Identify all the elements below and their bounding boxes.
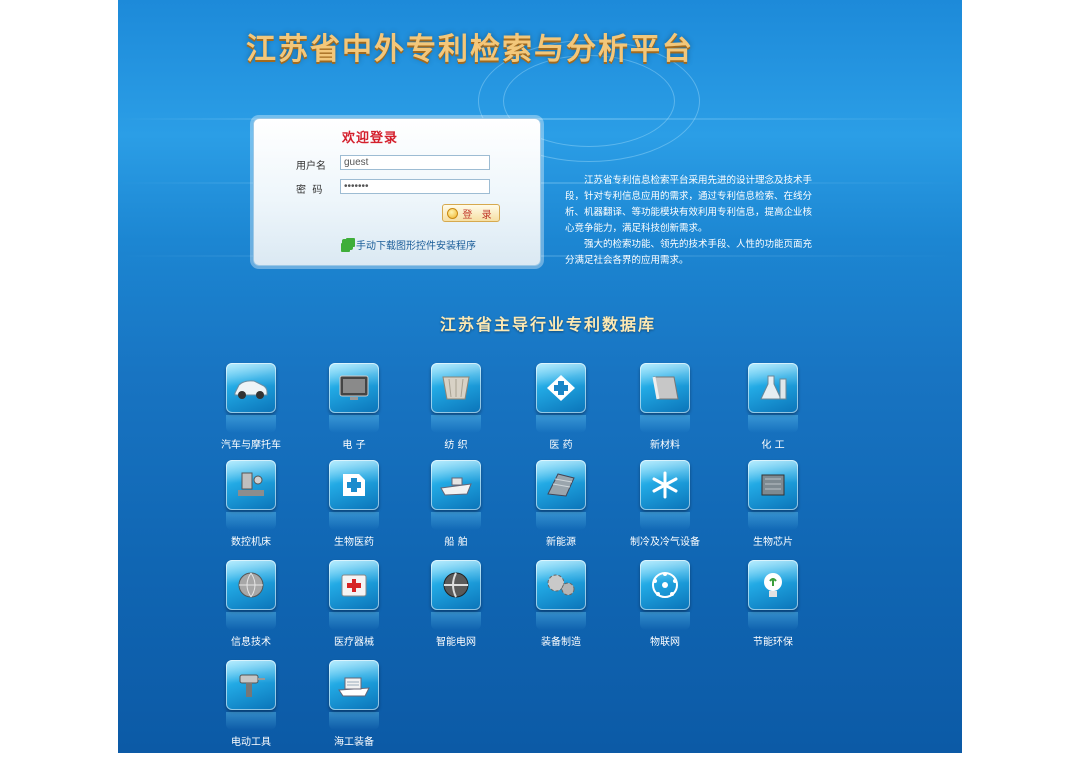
- gears-icon: [536, 560, 586, 610]
- grid-sphere-icon: [431, 560, 481, 610]
- category-item[interactable]: 制冷及冷气设备: [615, 460, 715, 555]
- category-item[interactable]: 生物芯片: [723, 460, 823, 555]
- category-item[interactable]: 纺 织: [406, 363, 506, 458]
- category-label: 纺 织: [444, 440, 468, 451]
- fabric-icon: [431, 363, 481, 413]
- login-panel: 欢迎登录 用户名 密 码 登 录 手动下载图形控件安装程序: [253, 118, 541, 266]
- category-label: 电 子: [342, 440, 366, 451]
- category-item[interactable]: 医 药: [511, 363, 611, 458]
- category-item[interactable]: 物联网: [615, 560, 715, 655]
- puzzle-icon: [342, 239, 353, 250]
- category-label: 节能环保: [753, 637, 793, 648]
- tile-reflection: [329, 612, 379, 630]
- medicine-icon: [536, 363, 586, 413]
- category-label: 生物医药: [334, 537, 374, 548]
- category-item[interactable]: 医疗器械: [304, 560, 404, 655]
- login-heading: 欢迎登录: [342, 131, 399, 146]
- platform-intro: 江苏省专利信息检索平台采用先进的设计理念及技术手段，针对专利信息应用的需求，通过…: [565, 173, 821, 269]
- download-control-link[interactable]: 手动下载图形控件安装程序: [342, 237, 476, 252]
- network-icon: [640, 560, 690, 610]
- category-label: 医疗器械: [334, 637, 374, 648]
- category-item[interactable]: 电 子: [304, 363, 404, 458]
- tile-reflection: [329, 512, 379, 530]
- medical-kit-icon: [329, 560, 379, 610]
- category-item[interactable]: 数控机床: [201, 460, 301, 555]
- tile-reflection: [536, 612, 586, 630]
- category-label: 数控机床: [231, 537, 271, 548]
- category-item[interactable]: 汽车与摩托车: [201, 363, 301, 458]
- section-title: 江苏省主导行业专利数据库: [440, 315, 657, 334]
- category-label: 船 舶: [444, 537, 468, 548]
- category-item[interactable]: 电动工具: [201, 660, 301, 753]
- category-label: 智能电网: [436, 637, 476, 648]
- tile-reflection: [431, 612, 481, 630]
- page-title: 江苏省中外专利检索与分析平台: [246, 32, 694, 67]
- tile-reflection: [329, 712, 379, 730]
- tile-reflection: [748, 612, 798, 630]
- tile-reflection: [640, 612, 690, 630]
- category-label: 电动工具: [231, 737, 271, 748]
- tile-reflection: [640, 415, 690, 433]
- intro-paragraph: 江苏省专利信息检索平台采用先进的设计理念及技术手段，针对专利信息应用的需求，通过…: [565, 175, 813, 234]
- category-label: 海工装备: [334, 737, 374, 748]
- machine-tool-icon: [226, 460, 276, 510]
- snowflake-icon: [640, 460, 690, 510]
- category-item[interactable]: 智能电网: [406, 560, 506, 655]
- platform-background: 江苏省中外专利检索与分析平台 欢迎登录 用户名 密 码 登 录 手动下载图形控件…: [118, 0, 962, 753]
- tile-reflection: [748, 415, 798, 433]
- category-label: 新材料: [650, 440, 680, 451]
- username-label: 用户名: [296, 161, 326, 172]
- category-label: 医 药: [549, 440, 573, 451]
- chip-icon: [748, 460, 798, 510]
- password-label: 密 码: [296, 185, 323, 196]
- monitor-icon: [329, 363, 379, 413]
- car-icon: [226, 363, 276, 413]
- tile-reflection: [431, 415, 481, 433]
- tile-reflection: [640, 512, 690, 530]
- category-item[interactable]: 船 舶: [406, 460, 506, 555]
- category-item[interactable]: 海工装备: [304, 660, 404, 753]
- tile-reflection: [226, 612, 276, 630]
- category-label: 生物芯片: [753, 537, 793, 548]
- drill-icon: [226, 660, 276, 710]
- category-item[interactable]: 信息技术: [201, 560, 301, 655]
- tile-reflection: [431, 512, 481, 530]
- login-button-label: 登 录: [462, 209, 495, 221]
- category-item[interactable]: 新材料: [615, 363, 715, 458]
- category-label: 化 工: [761, 440, 785, 451]
- tile-reflection: [536, 512, 586, 530]
- category-label: 装备制造: [541, 637, 581, 648]
- category-item[interactable]: 节能环保: [723, 560, 823, 655]
- intro-paragraph: 强大的检索功能、领先的技术手段、人性的功能页面充分满足社会各界的应用需求。: [565, 239, 813, 266]
- tile-reflection: [226, 512, 276, 530]
- tile-reflection: [536, 415, 586, 433]
- offshore-ship-icon: [329, 660, 379, 710]
- category-item[interactable]: 生物医药: [304, 460, 404, 555]
- category-label: 信息技术: [231, 637, 271, 648]
- category-label: 新能源: [546, 537, 576, 548]
- category-item[interactable]: 装备制造: [511, 560, 611, 655]
- tile-reflection: [226, 712, 276, 730]
- category-label: 制冷及冷气设备: [630, 537, 700, 548]
- smiley-icon: [447, 207, 459, 219]
- bulb-icon: [748, 560, 798, 610]
- solar-icon: [536, 460, 586, 510]
- tile-reflection: [748, 512, 798, 530]
- tile-reflection: [329, 415, 379, 433]
- material-icon: [640, 363, 690, 413]
- category-label: 物联网: [650, 637, 680, 648]
- flask-icon: [748, 363, 798, 413]
- category-item[interactable]: 化 工: [723, 363, 823, 458]
- login-button[interactable]: 登 录: [442, 204, 500, 222]
- download-link-label: 手动下载图形控件安装程序: [356, 241, 476, 252]
- globe-icon: [226, 560, 276, 610]
- bio-medicine-icon: [329, 460, 379, 510]
- tile-reflection: [226, 415, 276, 433]
- password-input[interactable]: [340, 179, 490, 194]
- ship-icon: [431, 460, 481, 510]
- category-item[interactable]: 新能源: [511, 460, 611, 555]
- username-input[interactable]: [340, 155, 490, 170]
- category-label: 汽车与摩托车: [221, 440, 281, 451]
